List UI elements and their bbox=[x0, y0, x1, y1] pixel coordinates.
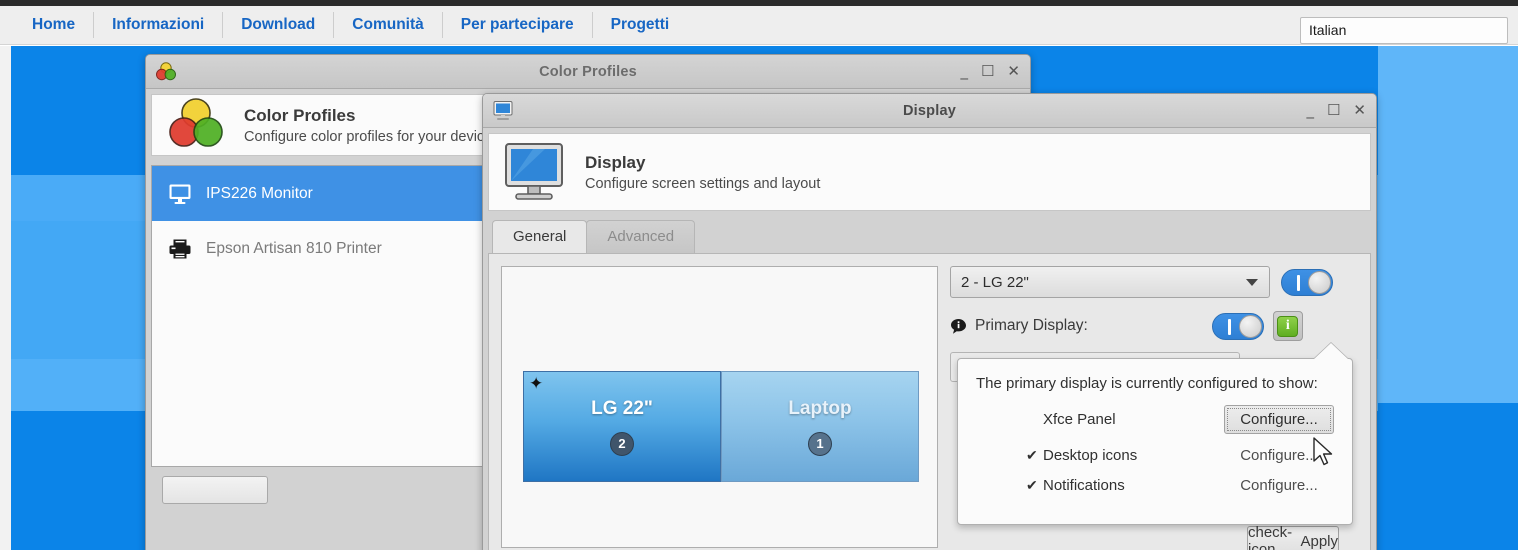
color-profiles-header-title: Color Profiles bbox=[244, 105, 356, 125]
monitor-preview-number: 2 bbox=[610, 431, 634, 456]
display-selector[interactable]: 2 - LG 22" bbox=[950, 266, 1270, 298]
primary-display-info-button[interactable]: i bbox=[1272, 311, 1303, 341]
display-titlebar[interactable]: Display _ ☐ ✕ bbox=[483, 94, 1376, 128]
monitor-preview-name: LG 22" bbox=[591, 397, 653, 419]
popup-row-name: Xfce Panel bbox=[1026, 411, 1224, 428]
configure-link-notifications[interactable]: Configure... bbox=[1224, 477, 1334, 494]
primary-display-popup: The primary display is currently configu… bbox=[957, 358, 1353, 525]
popup-pointer-arrow bbox=[1313, 343, 1349, 360]
tab-advanced[interactable]: Advanced bbox=[586, 220, 696, 253]
display-enabled-toggle[interactable] bbox=[1281, 268, 1333, 296]
display-header-text: Display Configure screen settings and la… bbox=[585, 153, 820, 192]
monitor-preview-name: Laptop bbox=[788, 397, 852, 419]
nav-link-per-partecipare[interactable]: Per partecipare bbox=[443, 12, 593, 38]
toggle-on-bar bbox=[1227, 318, 1231, 335]
color-profiles-window-buttons: _ ☐ ✕ bbox=[960, 64, 1020, 79]
tab-general[interactable]: General bbox=[492, 220, 588, 253]
display-selector-value: 2 - LG 22" bbox=[961, 273, 1029, 291]
popup-row-name: ✔ Notifications bbox=[1026, 477, 1224, 494]
nav-link-progetti[interactable]: Progetti bbox=[593, 12, 688, 38]
nav-links: Home Informazioni Download Comunità Per … bbox=[14, 11, 687, 39]
nav-link-home[interactable]: Home bbox=[14, 12, 95, 38]
nav-link-comunita[interactable]: Comunità bbox=[334, 12, 443, 38]
popup-row-label: Desktop icons bbox=[1043, 447, 1138, 464]
check-icon: ✔ bbox=[1026, 477, 1038, 493]
color-profiles-title: Color Profiles bbox=[539, 63, 637, 80]
display-tabs: General Advanced bbox=[492, 219, 1376, 253]
primary-display-toggle[interactable] bbox=[1211, 312, 1264, 340]
chevron-down-icon bbox=[1246, 279, 1258, 286]
primary-display-label: Primary Display: bbox=[975, 317, 1088, 334]
color-profiles-titlebar[interactable]: Color Profiles _ ☐ ✕ bbox=[146, 55, 1030, 89]
configure-button-xfce-panel[interactable]: Configure... bbox=[1224, 405, 1334, 434]
toggle-knob bbox=[1238, 314, 1262, 338]
monitor-icon bbox=[168, 183, 192, 205]
display-header-title: Display bbox=[585, 152, 646, 172]
popup-row-label: Xfce Panel bbox=[1043, 411, 1116, 428]
monitor-preview-lg[interactable]: ✦ LG 22" 2 bbox=[523, 371, 721, 482]
popup-row-desktop-icons: ✔ Desktop icons Configure... bbox=[976, 447, 1334, 464]
minimize-icon[interactable]: _ bbox=[960, 64, 968, 79]
popup-row-xfce-panel: Xfce Panel Configure... bbox=[976, 405, 1334, 434]
monitor-preview-number: 1 bbox=[808, 431, 832, 456]
display-selector-row: 2 - LG 22" bbox=[950, 266, 1352, 298]
printer-icon bbox=[168, 238, 192, 260]
screen: Home Informazioni Download Comunità Per … bbox=[0, 0, 1518, 550]
desktop-wallpaper-right bbox=[1378, 46, 1518, 550]
color-profiles-header-subtitle: Configure color profiles for your device… bbox=[244, 128, 500, 145]
site-navbar: Home Informazioni Download Comunità Per … bbox=[0, 6, 1518, 45]
nav-link-download[interactable]: Download bbox=[223, 12, 335, 38]
display-action-bar: check-icon Apply bbox=[488, 524, 1371, 550]
maximize-icon[interactable]: ☐ bbox=[1327, 103, 1340, 118]
monitor-preview-laptop[interactable]: Laptop 1 bbox=[721, 371, 919, 482]
display-header-subtitle: Configure screen settings and layout bbox=[585, 175, 821, 192]
close-icon[interactable]: ✕ bbox=[1353, 103, 1366, 118]
apply-button-label: Apply bbox=[1300, 532, 1338, 550]
color-profiles-bottom-button[interactable] bbox=[162, 476, 268, 504]
info-bubble-icon bbox=[950, 318, 967, 335]
primary-display-row: Primary Display: i bbox=[950, 311, 1352, 341]
minimize-icon[interactable]: _ bbox=[1306, 103, 1314, 118]
toggle-knob bbox=[1308, 270, 1331, 294]
display-title: Display bbox=[903, 102, 956, 119]
nav-link-informazioni[interactable]: Informazioni bbox=[94, 12, 224, 38]
mouse-cursor bbox=[1313, 437, 1335, 474]
color-profiles-header-text: Color Profiles Configure color profiles … bbox=[244, 106, 499, 145]
maximize-icon[interactable]: ☐ bbox=[981, 64, 994, 79]
display-header-icon bbox=[503, 142, 565, 202]
check-icon: ✔ bbox=[1026, 447, 1038, 463]
popup-title: The primary display is currently configu… bbox=[976, 375, 1318, 392]
monitor-layout-preview[interactable]: ✦ LG 22" 2 Laptop 1 bbox=[501, 266, 938, 548]
color-profiles-header-icon bbox=[166, 97, 226, 153]
display-window-buttons: _ ☐ ✕ bbox=[1306, 103, 1366, 118]
info-icon: i bbox=[1277, 315, 1299, 337]
display-header: Display Configure screen settings and la… bbox=[488, 133, 1371, 211]
apply-button[interactable]: check-icon Apply bbox=[1247, 524, 1339, 550]
check-icon: check-icon bbox=[1248, 524, 1293, 550]
close-icon[interactable]: ✕ bbox=[1007, 64, 1020, 79]
primary-star-icon: ✦ bbox=[529, 374, 544, 393]
page-left-margin bbox=[0, 46, 11, 550]
language-select[interactable]: Italian bbox=[1300, 17, 1508, 44]
popup-row-label: Notifications bbox=[1043, 477, 1125, 494]
popup-row-notifications: ✔ Notifications Configure... bbox=[976, 477, 1334, 494]
toggle-on-bar bbox=[1297, 274, 1300, 291]
popup-row-name: ✔ Desktop icons bbox=[1026, 447, 1224, 464]
